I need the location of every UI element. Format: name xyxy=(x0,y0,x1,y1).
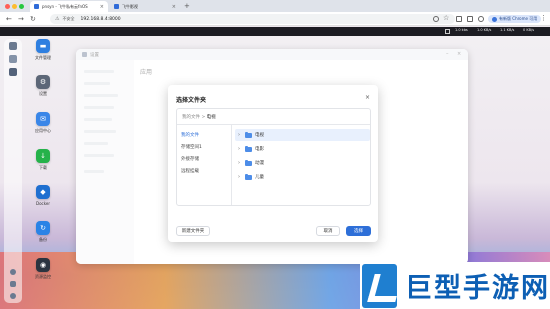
folder-row-kids[interactable]: › 儿童 xyxy=(235,171,370,183)
app-docker[interactable]: ◆ Docker xyxy=(28,185,58,206)
menu-kebab-icon[interactable]: ⋮ xyxy=(540,14,547,22)
folder-icon xyxy=(245,159,252,166)
folder-browser: 我的文件 > 电视 我的文件 存储空间1 外接存储 远程挂载 › 电视 › 电影… xyxy=(176,108,371,206)
side-panel-icon[interactable] xyxy=(467,16,473,22)
folder-name: 动漫 xyxy=(255,161,264,166)
tab-fnos-video[interactable]: 飞牛影视 × xyxy=(110,1,180,12)
backup-icon: ↻ xyxy=(36,221,50,235)
folder-icon xyxy=(245,173,252,180)
lens-icon[interactable] xyxy=(433,16,439,22)
folder-row-anime[interactable]: › 动漫 xyxy=(235,157,370,169)
security-label: 不安全 xyxy=(62,16,75,21)
location-sidebar: 我的文件 存储空间1 外接存储 远程挂载 xyxy=(177,125,232,205)
docker-icon: ◆ xyxy=(36,185,50,199)
watermark: 巨型手游网 xyxy=(360,262,550,309)
folder-icon xyxy=(245,131,252,138)
chevron-right-icon[interactable]: › xyxy=(238,146,242,152)
status-download: 1.0 KB/s xyxy=(477,28,492,32)
back-button[interactable]: ← xyxy=(6,15,12,23)
tab-title: pnsyn - 飞牛私有云fnOS xyxy=(42,3,88,9)
power-icon[interactable] xyxy=(10,293,16,299)
video-favicon-icon xyxy=(114,4,119,9)
folder-icon xyxy=(245,145,252,152)
folder-name: 电影 xyxy=(255,147,264,152)
zoom-window-button[interactable] xyxy=(19,4,24,9)
folder-name: 儿童 xyxy=(255,175,264,180)
monitor-app-icon: ◉ xyxy=(36,258,50,272)
tab-title: 飞牛影视 xyxy=(122,3,138,9)
folder-name: 电视 xyxy=(255,133,264,138)
browser-toolbar: ← → ↻ ⚠ 不安全 192.168.8.4:8000 ☆ 有新版 Chrom… xyxy=(0,12,550,26)
update-label: 有新版 Chrome 可用 xyxy=(499,16,538,21)
folder-row-tv[interactable]: › 电视 xyxy=(235,129,370,141)
user-icon[interactable] xyxy=(10,281,16,287)
account-icon[interactable] xyxy=(478,16,484,22)
status-disk-write: 0 KB/s xyxy=(523,28,535,32)
location-storage-1[interactable]: 存储空间1 xyxy=(181,144,202,150)
cancel-button[interactable]: 取消 xyxy=(316,226,340,236)
not-secure-icon: ⚠ xyxy=(55,16,60,22)
chevron-right-icon[interactable]: › xyxy=(238,160,242,166)
top-status-bar: 1.0 kbs 1.0 KB/s 1.1 KB/s 0 KB/s xyxy=(0,27,550,36)
app-resource-monitor[interactable]: ◉ 资源监控 xyxy=(28,258,58,280)
address-bar[interactable]: ⚠ 不安全 192.168.8.4:8000 xyxy=(50,14,455,24)
reload-button[interactable]: ↻ xyxy=(30,15,36,23)
settings-dock-icon[interactable] xyxy=(9,68,17,76)
chevron-right-icon[interactable]: › xyxy=(238,132,242,138)
folder-row-movies[interactable]: › 电影 xyxy=(235,143,370,155)
close-window-button[interactable] xyxy=(5,4,10,9)
apps-icon[interactable] xyxy=(9,55,17,63)
minimize-window-button[interactable] xyxy=(12,4,17,9)
chevron-right-icon[interactable]: › xyxy=(238,174,242,180)
app-backup[interactable]: ↻ 备份 xyxy=(28,221,58,243)
breadcrumb-root[interactable]: 我的文件 xyxy=(182,115,200,120)
new-folder-button[interactable]: 新建文件夹 xyxy=(176,226,210,236)
close-tab-icon[interactable]: × xyxy=(100,4,104,10)
new-tab-button[interactable]: + xyxy=(184,2,190,10)
breadcrumb: 我的文件 > 电视 xyxy=(182,114,216,120)
select-button[interactable]: 选择 xyxy=(346,226,371,236)
monitor-icon xyxy=(445,29,450,34)
avatar xyxy=(492,16,497,22)
gear-icon: ⚙ xyxy=(36,75,50,89)
close-tab-icon[interactable]: × xyxy=(172,4,176,10)
select-folder-dialog: 选择文件夹 × 我的文件 > 电视 我的文件 存储空间1 外接存储 远程挂载 ›… xyxy=(168,85,378,242)
folder-list: › 电视 › 电影 › 动漫 › 儿童 xyxy=(233,125,370,205)
status-disk-read: 1.1 KB/s xyxy=(500,28,515,32)
app-settings[interactable]: ⚙ 设置 xyxy=(28,75,58,97)
left-dock xyxy=(4,39,22,303)
notification-icon[interactable] xyxy=(10,269,16,275)
dialog-close-icon[interactable]: × xyxy=(365,94,370,101)
grid-icon[interactable] xyxy=(9,42,17,50)
chrome-update-button[interactable]: 有新版 Chrome 可用 xyxy=(488,15,542,23)
app-app-center[interactable]: ✉ 应用中心 xyxy=(28,112,58,134)
app-download[interactable]: ↓ 下载 xyxy=(28,149,58,171)
breadcrumb-current: 电视 xyxy=(206,115,216,120)
watermark-text: 巨型手游网 xyxy=(405,273,550,304)
forward-button[interactable]: → xyxy=(18,15,24,23)
location-remote-mount[interactable]: 远程挂载 xyxy=(181,168,199,174)
app-file-manager[interactable]: ▬ 文件管理 xyxy=(28,39,58,61)
extensions-icon[interactable] xyxy=(456,16,462,22)
status-upload: 1.0 kbs xyxy=(455,28,468,32)
location-my-files[interactable]: 我的文件 xyxy=(181,132,199,138)
fnos-favicon-icon xyxy=(34,4,39,9)
bookmark-star-icon[interactable]: ☆ xyxy=(443,14,449,22)
url-text: 192.168.8.4:8000 xyxy=(80,16,121,22)
folder-app-icon: ▬ xyxy=(36,39,50,53)
tab-fnos[interactable]: pnsyn - 飞牛私有云fnOS × xyxy=(30,1,108,12)
watermark-logo-icon xyxy=(362,263,397,308)
location-external-storage[interactable]: 外接存储 xyxy=(181,156,199,162)
download-icon: ↓ xyxy=(36,149,50,163)
dialog-title: 选择文件夹 xyxy=(176,97,207,104)
breadcrumb-separator: > xyxy=(201,115,206,120)
browser-tab-bar: pnsyn - 飞牛私有云fnOS × 飞牛影视 × + xyxy=(0,0,550,12)
app-center-icon: ✉ xyxy=(36,112,50,126)
